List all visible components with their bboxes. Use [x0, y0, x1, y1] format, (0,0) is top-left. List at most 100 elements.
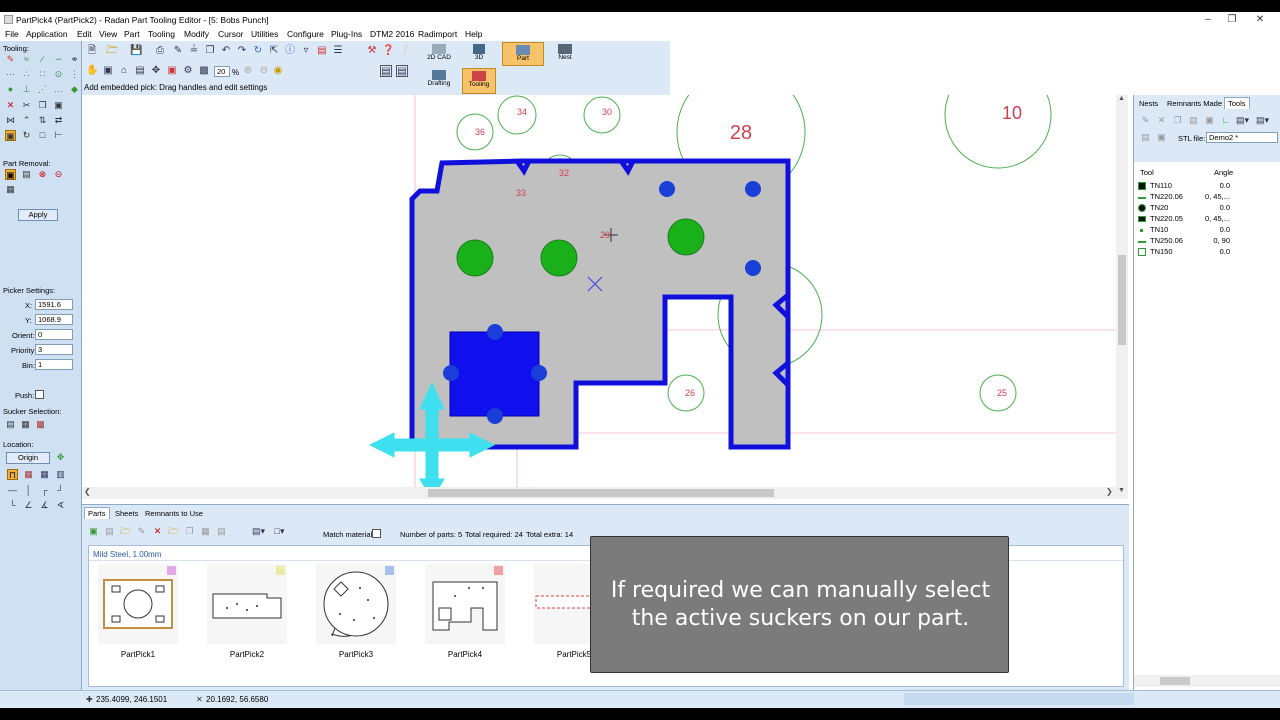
- tab-tools[interactable]: Tools: [1224, 97, 1250, 109]
- copy-tool-icon[interactable]: ❐: [37, 100, 48, 111]
- origin-button[interactable]: Origin: [6, 452, 50, 464]
- point-tool-icon[interactable]: ●: [5, 84, 16, 95]
- removal-cancel-icon[interactable]: ⊗: [37, 169, 48, 180]
- pointer-help-icon[interactable]: ❓: [382, 45, 394, 57]
- canvas-horizontal-scrollbar[interactable]: ❮ ❯: [82, 487, 1116, 499]
- edit-part-icon[interactable]: ✎: [136, 526, 147, 537]
- grid-tool-icon[interactable]: ∷: [37, 69, 48, 80]
- tool-row[interactable]: TN150 0.0: [1138, 247, 1278, 258]
- new-file-icon[interactable]: 🗎: [86, 45, 98, 57]
- measure-icon[interactable]: ≟: [188, 45, 200, 57]
- part-tile-3[interactable]: PartPick3: [316, 564, 396, 664]
- tab-remnants-made[interactable]: Remnants Made: [1164, 98, 1225, 109]
- folder-part-icon[interactable]: 🗁: [168, 526, 179, 537]
- view-home-icon[interactable]: ⌂: [118, 65, 130, 77]
- picker-y-field[interactable]: 1068.9: [35, 314, 73, 325]
- tab-nests[interactable]: Nests: [1136, 98, 1161, 109]
- tool-sort-icon[interactable]: ▤▾: [1256, 115, 1269, 126]
- tool-copy-icon[interactable]: ❐: [1172, 115, 1183, 126]
- push-checkbox[interactable]: [35, 390, 44, 399]
- removal-pick-icon[interactable]: ▣: [5, 169, 16, 180]
- dots-tool-icon[interactable]: …: [53, 84, 64, 95]
- property-tool-icon[interactable]: ▣: [53, 100, 64, 111]
- open-folder-icon[interactable]: 🗁: [106, 45, 118, 57]
- peak-tool-icon[interactable]: ⌃: [21, 115, 32, 126]
- scroll-right-icon[interactable]: ❯: [1106, 487, 1113, 496]
- sucker-single-icon[interactable]: ▤: [5, 419, 16, 430]
- delete-tool-icon[interactable]: ✕: [5, 100, 16, 111]
- select-icon[interactable]: ⇱: [268, 45, 280, 57]
- picker-orient-field[interactable]: 0: [35, 329, 73, 340]
- close-icon[interactable]: ✕: [1248, 13, 1272, 27]
- print-icon[interactable]: ⎙: [154, 45, 166, 57]
- view-pan-icon[interactable]: ✥: [150, 65, 162, 77]
- apply-button[interactable]: Apply: [18, 209, 58, 221]
- route-tool-icon[interactable]: ⊥: [21, 84, 32, 95]
- tool-row[interactable]: TN10 0.0: [1138, 225, 1278, 236]
- circle-grid-icon[interactable]: ⊙: [53, 69, 64, 80]
- snap-angle2-icon[interactable]: ∡: [39, 500, 50, 511]
- nibble-tool-icon[interactable]: ≈: [21, 54, 32, 65]
- zoom-in-icon[interactable]: ⊕: [242, 65, 254, 77]
- tool-delete-icon[interactable]: ✕: [1156, 115, 1167, 126]
- sucker-cup-right[interactable]: [531, 365, 547, 381]
- currency-icon[interactable]: ◉: [272, 65, 284, 77]
- diamond-tool-icon[interactable]: ◆: [69, 84, 80, 95]
- menu-part[interactable]: Part: [124, 29, 140, 39]
- snap-angle3-icon[interactable]: ∢: [55, 500, 66, 511]
- import-part-icon[interactable]: ▤: [104, 526, 115, 537]
- filter-icon[interactable]: ▿: [300, 45, 312, 57]
- slot-tool-icon[interactable]: ⋯: [5, 69, 16, 80]
- snap-corner-icon[interactable]: └: [7, 500, 18, 511]
- menu-radimport[interactable]: Radimport: [418, 29, 457, 39]
- view-zoom-window-icon[interactable]: ▤: [134, 65, 146, 77]
- sucker-cup-top[interactable]: [487, 324, 503, 340]
- drawing-canvas[interactable]: 34 30 36 28 10 32 33 29 26 25: [82, 61, 1129, 500]
- mode-drafting[interactable]: Drafting: [422, 69, 456, 93]
- layout-a-icon[interactable]: ▤: [380, 65, 392, 77]
- link-tool-icon[interactable]: ⚭: [69, 54, 80, 65]
- blue-marker-1[interactable]: [659, 181, 675, 197]
- view-mode-icon[interactable]: ▤▾: [252, 526, 265, 537]
- tools-horizontal-scrollbar[interactable]: [1134, 675, 1280, 687]
- add-part-icon[interactable]: ▣: [88, 526, 99, 537]
- swap-tool-icon[interactable]: ⇅: [37, 115, 48, 126]
- rotate-tool-icon[interactable]: ↻: [21, 130, 32, 141]
- scissors-tool-icon[interactable]: ✂: [21, 100, 32, 111]
- cross-tool-icon[interactable]: ⋈: [5, 115, 16, 126]
- picker-bin-field[interactable]: 1: [35, 359, 73, 370]
- tool-circle-10[interactable]: [944, 61, 1052, 169]
- tools-scroll-thumb[interactable]: [1160, 677, 1190, 685]
- tab-parts[interactable]: Parts: [84, 507, 110, 519]
- punch-tool-icon[interactable]: ✎: [5, 54, 16, 65]
- edit-pencil-icon[interactable]: ✎: [172, 45, 184, 57]
- menu-edit[interactable]: Edit: [77, 29, 92, 39]
- mode-3d[interactable]: 3D: [462, 43, 496, 65]
- column-tool[interactable]: Tool: [1140, 168, 1154, 177]
- grid-part-icon[interactable]: ▦: [200, 526, 211, 537]
- view-fit-icon[interactable]: ▩: [198, 65, 210, 77]
- tab-remnants-to-use[interactable]: Remnants to Use: [142, 508, 206, 519]
- removal-stop-icon[interactable]: ⊝: [53, 169, 64, 180]
- view-window-icon[interactable]: ▣: [102, 65, 114, 77]
- save-icon[interactable]: 💾: [130, 45, 142, 57]
- menu-view[interactable]: View: [99, 29, 117, 39]
- tab-sheets[interactable]: Sheets: [112, 508, 141, 519]
- location-grid-icon[interactable]: ▦: [23, 469, 34, 480]
- scroll-down-icon[interactable]: ▼: [1118, 487, 1125, 494]
- vertical-scroll-thumb[interactable]: [1118, 255, 1126, 345]
- layers-icon[interactable]: ▤: [316, 45, 328, 57]
- snap-angle-icon[interactable]: ∠: [23, 500, 34, 511]
- sucker-multi-icon[interactable]: ▦: [20, 419, 31, 430]
- copy-icon[interactable]: ❐: [204, 45, 216, 57]
- scroll-left-icon[interactable]: ❮: [84, 487, 91, 496]
- location-cross-icon[interactable]: ▦: [39, 469, 50, 480]
- location-diag-icon[interactable]: ▥: [55, 469, 66, 480]
- scroll-up-icon[interactable]: ▲: [1118, 95, 1125, 102]
- open-part-icon[interactable]: 🗁: [120, 526, 131, 537]
- tool-edit-icon[interactable]: ✎: [1140, 115, 1151, 126]
- layout-b-icon[interactable]: ▤: [396, 65, 408, 77]
- picker-x-field[interactable]: 1591.6: [35, 299, 73, 310]
- removal-settings-icon[interactable]: ▦: [5, 184, 16, 195]
- measure-tool-icon[interactable]: ⊢: [53, 130, 64, 141]
